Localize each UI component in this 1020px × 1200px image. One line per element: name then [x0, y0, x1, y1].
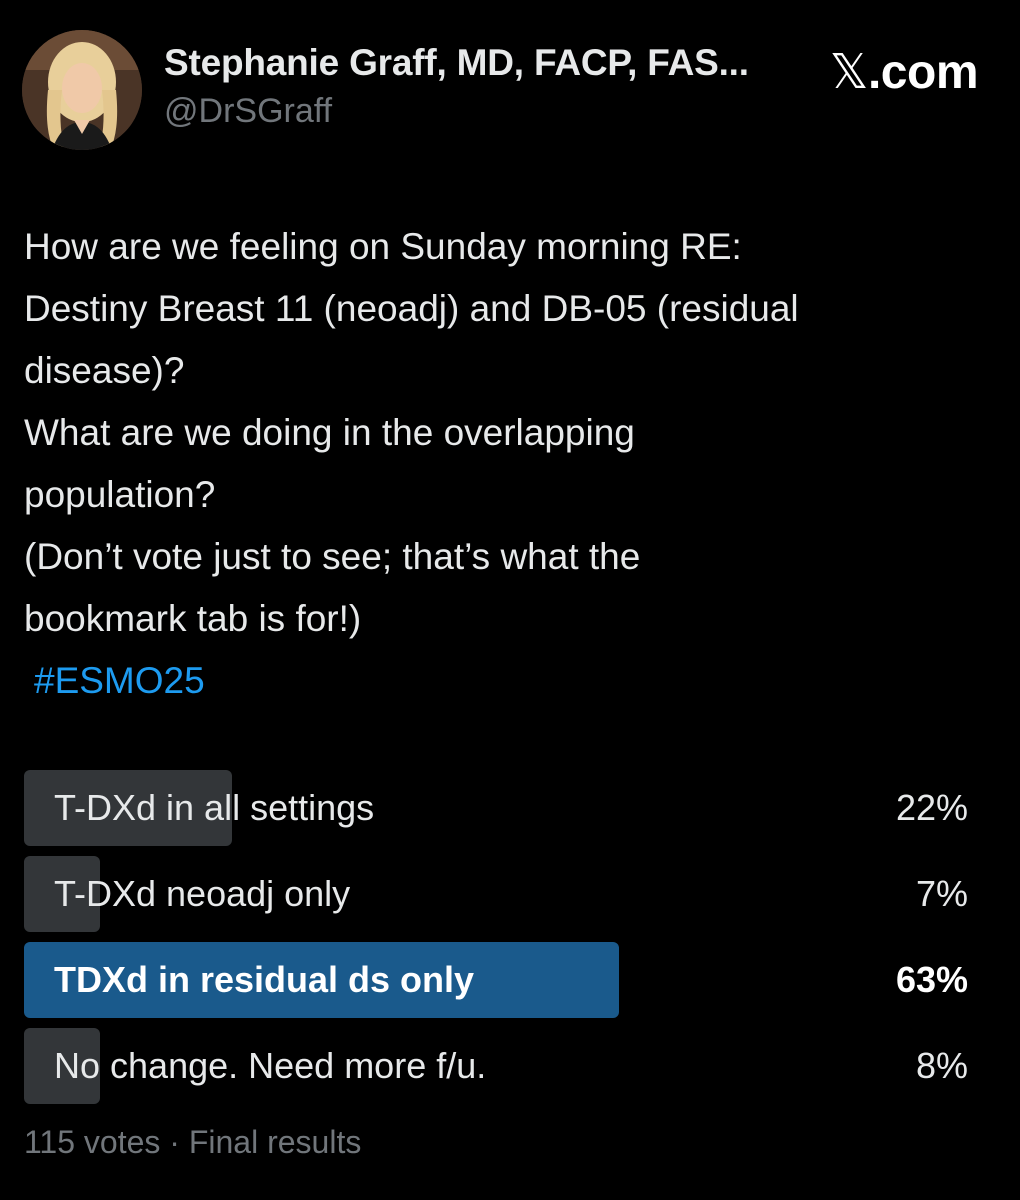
poll-option-percent: 8%: [915, 1045, 968, 1086]
tweet-line: population?: [24, 474, 216, 515]
hashtag-link[interactable]: #ESMO25: [24, 650, 999, 712]
poll: T-DXd in all settings 22% T-DXd neoadj o…: [24, 770, 968, 1114]
poll-option-label: T-DXd neoadj only: [54, 873, 351, 914]
avatar[interactable]: [22, 30, 142, 150]
tweet-line: Destiny Breast 11 (neoadj) and DB-05 (re…: [24, 288, 799, 329]
avatar-image: [22, 30, 142, 150]
poll-option-percent: 7%: [915, 873, 968, 914]
poll-option-label: No change. Need more f/u.: [54, 1045, 487, 1086]
tweet-line: What are we doing in the overlapping: [24, 412, 635, 453]
footer-separator: ·: [169, 1124, 180, 1160]
user-handle[interactable]: @DrSGraff: [164, 92, 749, 131]
poll-option: T-DXd neoadj only 7%: [24, 856, 968, 932]
poll-status: Final results: [188, 1124, 362, 1160]
brand-suffix: .com: [867, 46, 979, 99]
poll-option-winner: TDXd in residual ds only 63%: [24, 942, 968, 1018]
poll-option-percent: 22%: [895, 787, 968, 828]
poll-option: No change. Need more f/u. 8%: [24, 1028, 968, 1104]
poll-option-label: T-DXd in all settings: [54, 787, 375, 828]
x-icon: 𝕏: [829, 44, 869, 100]
poll-option-percent: 63%: [895, 959, 968, 1000]
tweet-text: How are we feeling on Sunday morning RE:…: [24, 216, 999, 712]
tweet-line: disease)?: [24, 350, 185, 391]
x-logo: 𝕏.com: [829, 44, 979, 100]
author-block: Stephanie Graff, MD, FACP, FAS... @DrSGr…: [164, 42, 749, 131]
poll-footer: 115 votes · Final results: [24, 1124, 361, 1161]
poll-option: T-DXd in all settings 22%: [24, 770, 968, 846]
tweet-line: How are we feeling on Sunday morning RE:: [24, 226, 742, 267]
display-name[interactable]: Stephanie Graff, MD, FACP, FAS...: [164, 42, 749, 84]
vote-count: 115 votes: [24, 1124, 161, 1160]
tweet-header: Stephanie Graff, MD, FACP, FAS... @DrSGr…: [22, 30, 998, 160]
tweet-line: bookmark tab is for!): [24, 598, 362, 639]
poll-option-label: TDXd in residual ds only: [54, 959, 475, 1000]
tweet-line: (Don’t vote just to see; that’s what the: [24, 536, 641, 577]
